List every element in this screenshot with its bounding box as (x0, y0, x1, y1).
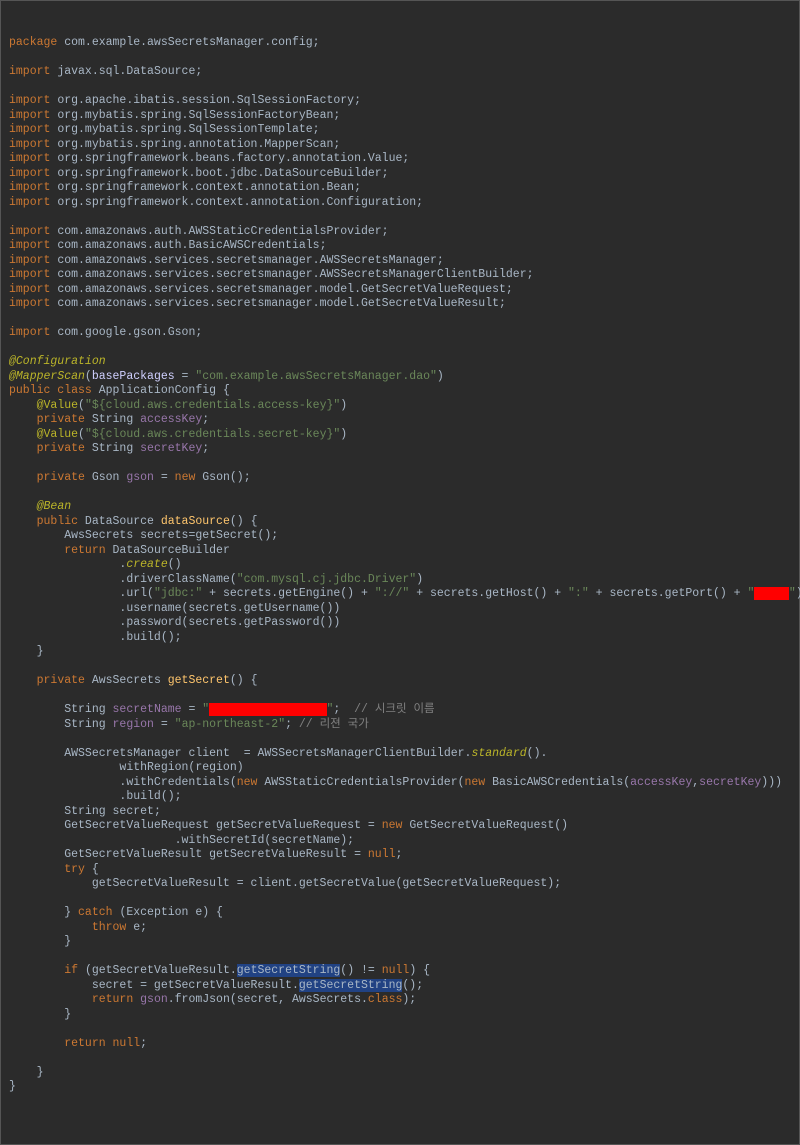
line: import org.mybatis.spring.annotation.Map… (9, 138, 340, 151)
line: public DataSource dataSource() { (9, 515, 257, 528)
line: import com.google.gson.Gson; (9, 326, 202, 339)
line: if (getSecretValueResult.getSecretString… (9, 964, 430, 977)
line: } (9, 935, 71, 948)
line: @Value("${cloud.aws.credentials.secret-k… (9, 428, 347, 441)
line: public class ApplicationConfig { (9, 384, 230, 397)
redacted-schema (754, 587, 789, 600)
line: .url("jdbc:" + secrets.getEngine() + ":/… (9, 587, 800, 600)
line: private String secretKey; (9, 442, 209, 455)
line: .build(); (9, 790, 182, 803)
line: import com.amazonaws.services.secretsman… (9, 254, 444, 267)
line: String secretName = " "; // 시크릿 이름 (9, 703, 435, 716)
line: return gson.fromJson(secret, AwsSecrets.… (9, 993, 416, 1006)
line: import com.amazonaws.auth.BasicAWSCreden… (9, 239, 326, 252)
line: import com.amazonaws.services.secretsman… (9, 297, 506, 310)
line: .withCredentials(new AWSStaticCredential… (9, 776, 782, 789)
line: import org.springframework.beans.factory… (9, 152, 409, 165)
line: GetSecretValueResult getSecretValueResul… (9, 848, 402, 861)
line: @MapperScan(basePackages = "com.example.… (9, 370, 444, 383)
line: String region = "ap-northeast-2"; // 리젼 … (9, 718, 369, 731)
line: import org.springframework.context.annot… (9, 181, 361, 194)
line: throw e; (9, 921, 147, 934)
line: AwsSecrets secrets=getSecret(); (9, 529, 278, 542)
line: String secret; (9, 805, 161, 818)
line: GetSecretValueRequest getSecretValueRequ… (9, 819, 568, 832)
line: import com.amazonaws.services.secretsman… (9, 283, 513, 296)
line: .withSecretId(secretName); (9, 834, 354, 847)
line: .password(secrets.getPassword()) (9, 616, 340, 629)
line: import org.springframework.context.annot… (9, 196, 423, 209)
line: .username(secrets.getUsername()) 스키마 이름 (9, 602, 800, 615)
code-block: package com.example.awsSecretsManager.co… (9, 36, 791, 1095)
line: private String accessKey; (9, 413, 209, 426)
line: secret = getSecretValueResult.getSecretS… (9, 979, 423, 992)
highlighted-method: getSecretString (299, 979, 403, 992)
line: } (9, 645, 44, 658)
line: AWSSecretsManager client = AWSSecretsMan… (9, 747, 547, 760)
line: return null; (9, 1037, 147, 1050)
line: .build(); (9, 631, 182, 644)
line: package com.example.awsSecretsManager.co… (9, 36, 320, 49)
line: @Bean (9, 500, 71, 513)
line: getSecretValueResult = client.getSecretV… (9, 877, 561, 890)
line: @Value("${cloud.aws.credentials.access-k… (9, 399, 347, 412)
redacted-secret-name (209, 703, 326, 716)
line: import javax.sql.DataSource; (9, 65, 202, 78)
line: } (9, 1008, 71, 1021)
line: import org.springframework.boot.jdbc.Dat… (9, 167, 389, 180)
line: import org.mybatis.spring.SqlSessionTemp… (9, 123, 320, 136)
line: @Configuration (9, 355, 106, 368)
line: import com.amazonaws.auth.AWSStaticCrede… (9, 225, 389, 238)
line: .create() (9, 558, 182, 571)
line: } catch (Exception e) { (9, 906, 223, 919)
line: import com.amazonaws.services.secretsman… (9, 268, 534, 281)
line: private Gson gson = new Gson(); (9, 471, 251, 484)
line: try { (9, 863, 99, 876)
line: } (9, 1080, 16, 1093)
line: } (9, 1066, 44, 1079)
line: .driverClassName("com.mysql.cj.jdbc.Driv… (9, 573, 423, 586)
highlighted-method: getSecretString (237, 964, 341, 977)
line: import org.mybatis.spring.SqlSessionFact… (9, 109, 340, 122)
line: return DataSourceBuilder (9, 544, 230, 557)
line: withRegion(region) (9, 761, 244, 774)
line: import org.apache.ibatis.session.SqlSess… (9, 94, 361, 107)
line: private AwsSecrets getSecret() { (9, 674, 257, 687)
